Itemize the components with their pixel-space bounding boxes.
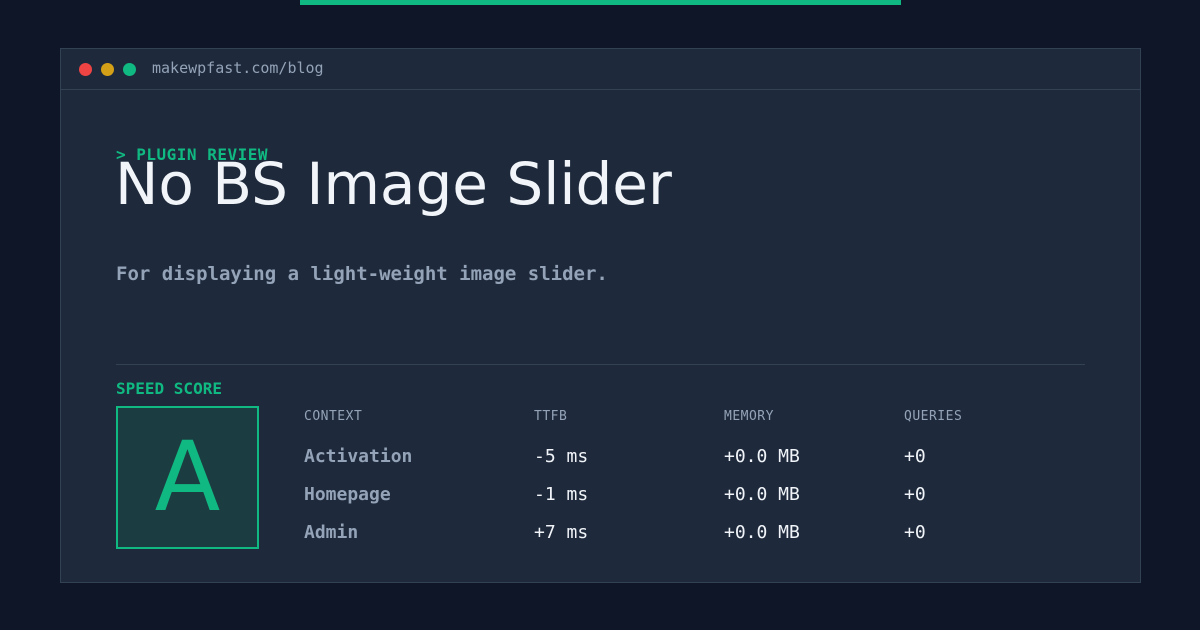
close-dot-icon[interactable] (79, 63, 92, 76)
minimize-dot-icon[interactable] (101, 63, 114, 76)
header-ttfb: TTFB (534, 409, 568, 424)
cell-context: Admin (304, 522, 359, 543)
cell-memory: +0.0 MB (724, 522, 800, 543)
top-accent-bar (300, 0, 901, 5)
page-subtitle: For displaying a light-weight image slid… (116, 263, 608, 285)
cell-context: Activation (304, 446, 413, 467)
table-row: Activation -5 ms +0.0 MB +0 (304, 445, 1084, 469)
cell-memory: +0.0 MB (724, 484, 800, 505)
cell-ttfb: -5 ms (534, 446, 589, 467)
grade-box: A (116, 406, 259, 549)
metrics-table: CONTEXT TTFB MEMORY QUERIES Activation -… (304, 407, 1084, 557)
cell-ttfb: -1 ms (534, 484, 589, 505)
maximize-dot-icon[interactable] (123, 63, 136, 76)
header-queries: QUERIES (904, 409, 963, 424)
window-titlebar: makewpfast.com/blog (61, 49, 1140, 90)
header-memory: MEMORY (724, 409, 774, 424)
grade-letter: A (154, 421, 221, 533)
cell-queries: +0 (904, 446, 926, 467)
url-text: makewpfast.com/blog (152, 59, 324, 77)
cell-context: Homepage (304, 484, 391, 505)
cell-ttfb: +7 ms (534, 522, 589, 543)
section-divider (116, 364, 1085, 365)
header-context: CONTEXT (304, 409, 363, 424)
table-row: Admin +7 ms +0.0 MB +0 (304, 521, 1084, 545)
browser-window: makewpfast.com/blog > PLUGIN REVIEW No B… (60, 48, 1141, 583)
speed-score-label: SPEED SCORE (116, 379, 222, 398)
cell-queries: +0 (904, 484, 926, 505)
table-row: Homepage -1 ms +0.0 MB +0 (304, 483, 1084, 507)
cell-memory: +0.0 MB (724, 446, 800, 467)
cell-queries: +0 (904, 522, 926, 543)
eyebrow-label: > PLUGIN REVIEW (116, 145, 268, 164)
